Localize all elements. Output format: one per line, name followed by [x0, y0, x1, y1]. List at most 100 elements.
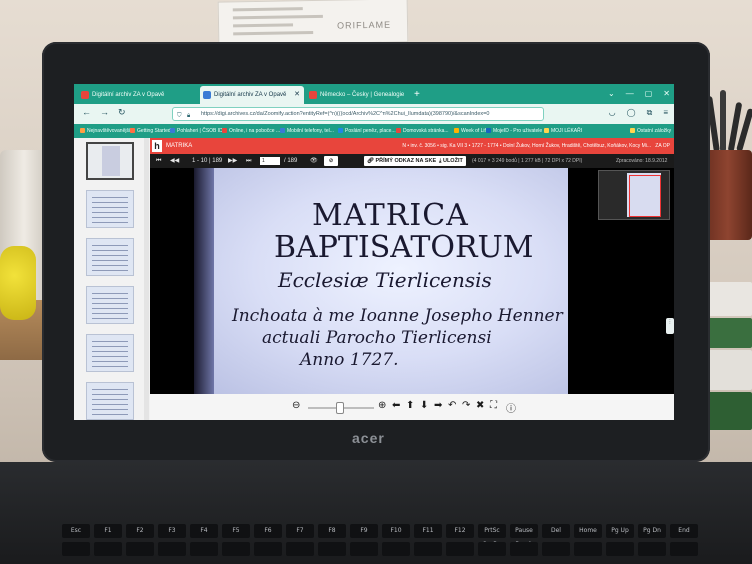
bookmark-item[interactable]: Domovská stránka... — [396, 124, 449, 138]
bookmark-item[interactable]: Week of Life — [454, 124, 489, 138]
thumbnail-scrollbar[interactable] — [144, 138, 149, 420]
direct-link-button[interactable]: 🔗︎ PŘÍMÝ ODKAZ NA SKEN — [364, 156, 444, 166]
address-bar[interactable]: ⛉ 🔒︎ https://digi.archives.cz/da/Zoomify… — [172, 107, 544, 121]
bookmark-label: Domovská stránka... — [403, 128, 449, 134]
bookmark-item[interactable]: Online, i na pobočce ... — [222, 124, 280, 138]
page-thumbnail[interactable] — [86, 334, 134, 372]
bookmark-item[interactable]: MojeID - Pro uživatele — [486, 124, 542, 138]
fullscreen-icon[interactable]: ⛶ — [490, 400, 497, 411]
maximize-icon[interactable]: ▢ — [645, 84, 653, 104]
pan-down-icon[interactable]: ⬇ — [420, 400, 428, 411]
page-thumbnail[interactable] — [86, 286, 134, 324]
save-button[interactable]: ⤓ ULOŽIT — [436, 156, 466, 166]
pocket-icon[interactable]: ◡ — [609, 108, 616, 118]
help-icon[interactable]: ⓘ — [506, 400, 516, 415]
zoom-in-icon[interactable]: ⊕ — [378, 400, 386, 411]
minimap-viewport-frame[interactable] — [629, 175, 661, 217]
bookmark-icon — [396, 128, 401, 133]
reload-icon[interactable]: ↻ — [118, 107, 126, 118]
scanned-page: MATRICA BAPTISATORUM Ecclesiæ Tierlicens… — [194, 168, 568, 394]
rotate-right-icon[interactable]: ↷ — [462, 400, 470, 411]
back-arrow-icon[interactable]: ← — [82, 107, 91, 117]
tab-2[interactable]: Digitální archiv ZA v Opavě ✕ — [200, 86, 304, 104]
thumbnail-text-line — [92, 250, 128, 251]
thumbnail-text-line — [92, 255, 128, 256]
scan-viewport[interactable]: MATRICA BAPTISATORUM Ecclesiæ Tierlicens… — [150, 168, 674, 394]
doc-line-4: Inchoata à me Ioanne Josepho Henner — [232, 306, 563, 326]
keyboard-key — [254, 542, 282, 556]
new-tab-button[interactable]: + — [414, 86, 420, 104]
page-thumbnail[interactable] — [86, 382, 134, 420]
url-text: https://digi.archives.cz/da/Zoomify.acti… — [201, 111, 490, 117]
scan-info: (4 017 × 3 249 bodů | 1 277 kB | 72 DPI … — [472, 158, 583, 164]
side-panel-handle[interactable]: ⋮ — [666, 318, 674, 334]
reset-icon[interactable]: ✖ — [476, 400, 484, 411]
pan-right-icon[interactable]: ➡ — [434, 400, 442, 411]
keyboard-key: F4 — [190, 524, 218, 538]
keyboard-key: Del — [542, 524, 570, 538]
eye-icon[interactable]: 👁︎ — [310, 154, 318, 168]
close-tab-icon[interactable]: ✕ — [294, 86, 300, 104]
thumbnail-text-line — [92, 366, 128, 367]
last-page-icon[interactable]: ⏭ — [246, 154, 251, 168]
bookmark-item[interactable]: Nejnavštěvovanější — [80, 124, 130, 138]
keyboard-key — [350, 542, 378, 556]
menu-icon[interactable]: ≡ — [663, 108, 668, 118]
thumbnail-text-line — [92, 217, 128, 218]
keyboard-key: Home — [574, 524, 602, 538]
close-window-icon[interactable]: ✕ — [663, 84, 670, 104]
bookmark-icon — [454, 128, 459, 133]
thumbnail-text-line — [92, 212, 128, 213]
page-thumbnail[interactable] — [86, 238, 134, 276]
bookmark-item[interactable]: Pohlaheri | ČSOB ID — [170, 124, 223, 138]
navigator-minimap[interactable] — [598, 170, 670, 220]
zoom-out-icon[interactable]: ⊖ — [292, 400, 300, 411]
page-number-input[interactable]: 1 — [260, 157, 280, 165]
bookmark-label: MojeID - Pro uživatele — [493, 128, 543, 134]
first-page-icon[interactable]: ⏮ — [156, 154, 161, 168]
keyboard-key: PrtSc SysRq — [478, 524, 506, 548]
page-thumbnail[interactable] — [86, 190, 134, 228]
viewer-header: h MATRIKA N • inv. č. 3056 • sig. Ka VII… — [150, 138, 674, 154]
pan-left-icon[interactable]: ⬅ — [392, 400, 400, 411]
account-icon[interactable]: ◯ — [627, 108, 636, 118]
bookmark-item[interactable]: Getting Started — [130, 124, 171, 138]
tab-3[interactable]: Německo – Česky | Genealogie — [306, 86, 410, 104]
keyboard-key — [542, 542, 570, 556]
bookmark-label: Nejnavštěvovanější — [87, 128, 131, 134]
prev-set-icon[interactable]: ◀◀ — [170, 154, 179, 168]
lock-icon: 🔒︎ — [187, 113, 191, 119]
tab-1[interactable]: Digitální archiv ZA v Opavě — [78, 86, 198, 104]
thumbnail-text-line — [92, 303, 128, 304]
tab-label: Digitální archiv ZA v Opavě — [214, 92, 287, 98]
bookmark-item[interactable]: Mobilní telefony, tel... — [280, 124, 334, 138]
keyboard-key: F3 — [158, 524, 186, 538]
bookmark-item[interactable]: Poslání peněz, place... — [338, 124, 396, 138]
bookmark-label: Poslání peněz, place... — [345, 128, 396, 134]
thumbnail-text-line — [92, 270, 128, 271]
extensions-icon[interactable]: ⧉ — [647, 108, 653, 118]
bookmark-item[interactable]: Ostatní záložky — [630, 124, 671, 138]
rotate-left-icon[interactable]: ↶ — [448, 400, 456, 411]
tab-label: Digitální archiv ZA v Opavě — [92, 92, 165, 98]
tab-list-icon[interactable]: ⌄ — [608, 84, 615, 104]
bookmark-label: Week of Life — [461, 128, 489, 134]
thumbnail-text-line — [92, 394, 128, 395]
hide-icon[interactable]: ⊘ — [324, 156, 338, 166]
minimize-icon[interactable]: — — [626, 84, 634, 104]
page-thumbnail[interactable] — [86, 142, 134, 180]
next-set-icon[interactable]: ▶▶ — [228, 154, 237, 168]
keyboard-key: F10 — [382, 524, 410, 538]
bookmark-label: Pohlaheri | ČSOB ID — [177, 128, 223, 134]
pan-up-icon[interactable]: ⬆ — [406, 400, 414, 411]
bookmark-item[interactable]: MOJI LÉKAŘI — [544, 124, 582, 138]
thumbnail-text-line — [92, 356, 128, 357]
thumbnail-text-line — [92, 222, 128, 223]
thumbnail-text-line — [92, 207, 128, 208]
thumbnail-text-line — [92, 414, 128, 415]
record-info: N • inv. č. 3056 • sig. Ka VII 3 • 1727 … — [402, 138, 670, 154]
forward-arrow-icon[interactable]: → — [100, 107, 109, 117]
bookmark-label: Mobilní telefony, tel... — [287, 128, 334, 134]
keyboard-key — [62, 542, 90, 556]
zoom-slider-thumb[interactable] — [336, 402, 344, 414]
